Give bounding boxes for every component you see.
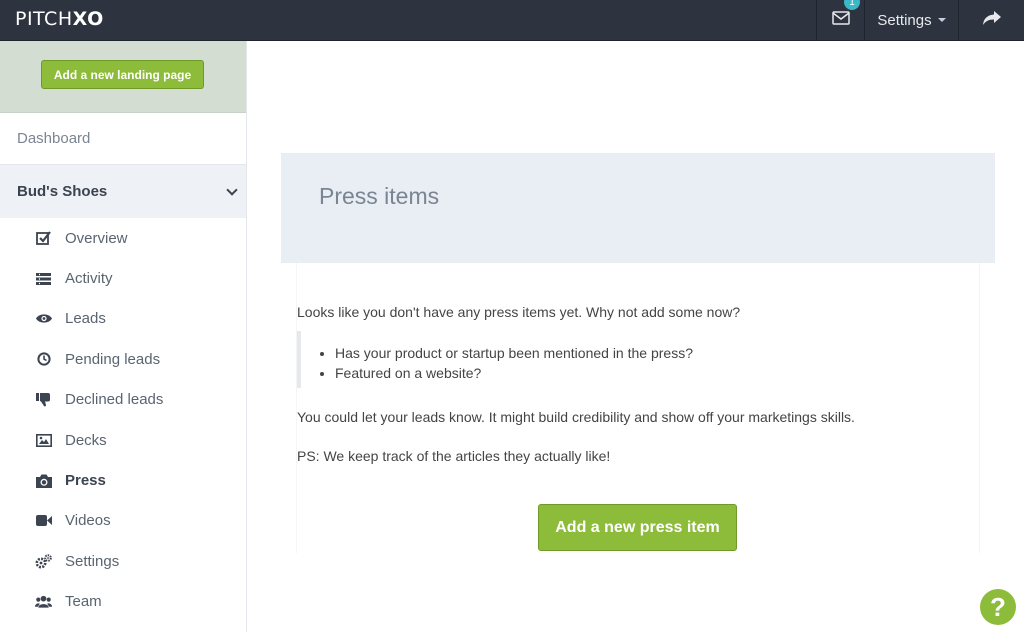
thumbs-down-icon bbox=[35, 392, 52, 408]
logo[interactable]: PITCHXO bbox=[15, 8, 104, 30]
chevron-down-icon bbox=[226, 183, 238, 196]
sidebar-item-declined-leads[interactable]: Declined leads bbox=[0, 380, 246, 420]
logo-text-regular: PITCH bbox=[15, 8, 73, 30]
empty-state-text: You could let your leads know. It might … bbox=[297, 409, 855, 425]
settings-menu-label: Settings bbox=[877, 11, 932, 29]
sidebar-item-activity[interactable]: Activity bbox=[0, 258, 246, 298]
project-nav: Overview Activity Leads Pending leads De… bbox=[0, 218, 246, 622]
sidebar-item-label: Overview bbox=[65, 229, 128, 247]
sidebar-item-pending-leads[interactable]: Pending leads bbox=[0, 339, 246, 379]
inbox-button[interactable]: 1 bbox=[816, 0, 864, 40]
sidebar-item-label: Team bbox=[65, 593, 102, 611]
sidebar-item-label: Activity bbox=[65, 270, 113, 288]
share-button[interactable] bbox=[958, 0, 1024, 40]
gears-icon bbox=[35, 553, 52, 569]
caret-down-icon bbox=[937, 18, 946, 22]
sidebar-item-overview[interactable]: Overview bbox=[0, 218, 246, 258]
empty-state-ps: PS: We keep track of the articles they a… bbox=[297, 448, 611, 464]
question-icon: ? bbox=[990, 591, 1006, 622]
camera-icon bbox=[35, 473, 52, 489]
users-icon bbox=[35, 594, 52, 610]
add-landing-page-button[interactable]: Add a new landing page bbox=[41, 60, 204, 89]
share-icon bbox=[982, 10, 1002, 31]
sidebar-item-leads[interactable]: Leads bbox=[0, 299, 246, 339]
sidebar: Add a new landing page Dashboard Bud's S… bbox=[0, 41, 247, 632]
sidebar-item-videos[interactable]: Videos bbox=[0, 501, 246, 541]
sidebar-item-label: Leads bbox=[65, 310, 106, 328]
sidebar-item-label: Declined leads bbox=[65, 391, 164, 409]
notification-badge: 1 bbox=[844, 0, 860, 10]
press-panel-header: Press items bbox=[281, 153, 995, 263]
add-press-item-button[interactable]: Add a new press item bbox=[538, 504, 737, 551]
logo-text-bold: XO bbox=[72, 8, 104, 30]
sidebar-item-team[interactable]: Team bbox=[0, 582, 246, 622]
settings-menu-button[interactable]: Settings bbox=[864, 0, 958, 40]
sidebar-item-dashboard[interactable]: Dashboard bbox=[0, 113, 246, 165]
list-item: Featured on a website? bbox=[335, 363, 693, 383]
sidebar-item-label: Pending leads bbox=[65, 350, 161, 368]
sidebar-item-press[interactable]: Press bbox=[0, 460, 246, 500]
envelope-icon bbox=[831, 10, 850, 30]
top-bar: PITCHXO 1 Settings bbox=[0, 0, 1024, 41]
empty-state-intro: Looks like you don't have any press item… bbox=[297, 304, 741, 320]
suggestion-list: Has your product or startup been mention… bbox=[335, 343, 693, 383]
video-camera-icon bbox=[35, 513, 52, 529]
sidebar-top: Add a new landing page bbox=[0, 41, 246, 113]
sidebar-item-label: Press bbox=[65, 472, 106, 490]
image-icon bbox=[35, 432, 52, 448]
sidebar-item-label: Settings bbox=[65, 552, 120, 570]
sidebar-item-settings[interactable]: Settings bbox=[0, 541, 246, 581]
sidebar-item-label: Decks bbox=[65, 431, 107, 449]
page-title: Press items bbox=[319, 183, 440, 209]
project-name: Bud's Shoes bbox=[17, 183, 108, 200]
suggestion-blockquote: Has your product or startup been mention… bbox=[297, 331, 693, 388]
sidebar-item-decks[interactable]: Decks bbox=[0, 420, 246, 460]
checkbox-icon bbox=[35, 230, 52, 246]
clock-icon bbox=[35, 351, 52, 367]
sidebar-item-label: Videos bbox=[65, 512, 111, 530]
list-item: Has your product or startup been mention… bbox=[335, 343, 693, 363]
help-button[interactable]: ? bbox=[980, 589, 1016, 625]
eye-icon bbox=[35, 311, 52, 327]
project-selector[interactable]: Bud's Shoes bbox=[0, 165, 246, 218]
list-icon bbox=[35, 271, 52, 287]
